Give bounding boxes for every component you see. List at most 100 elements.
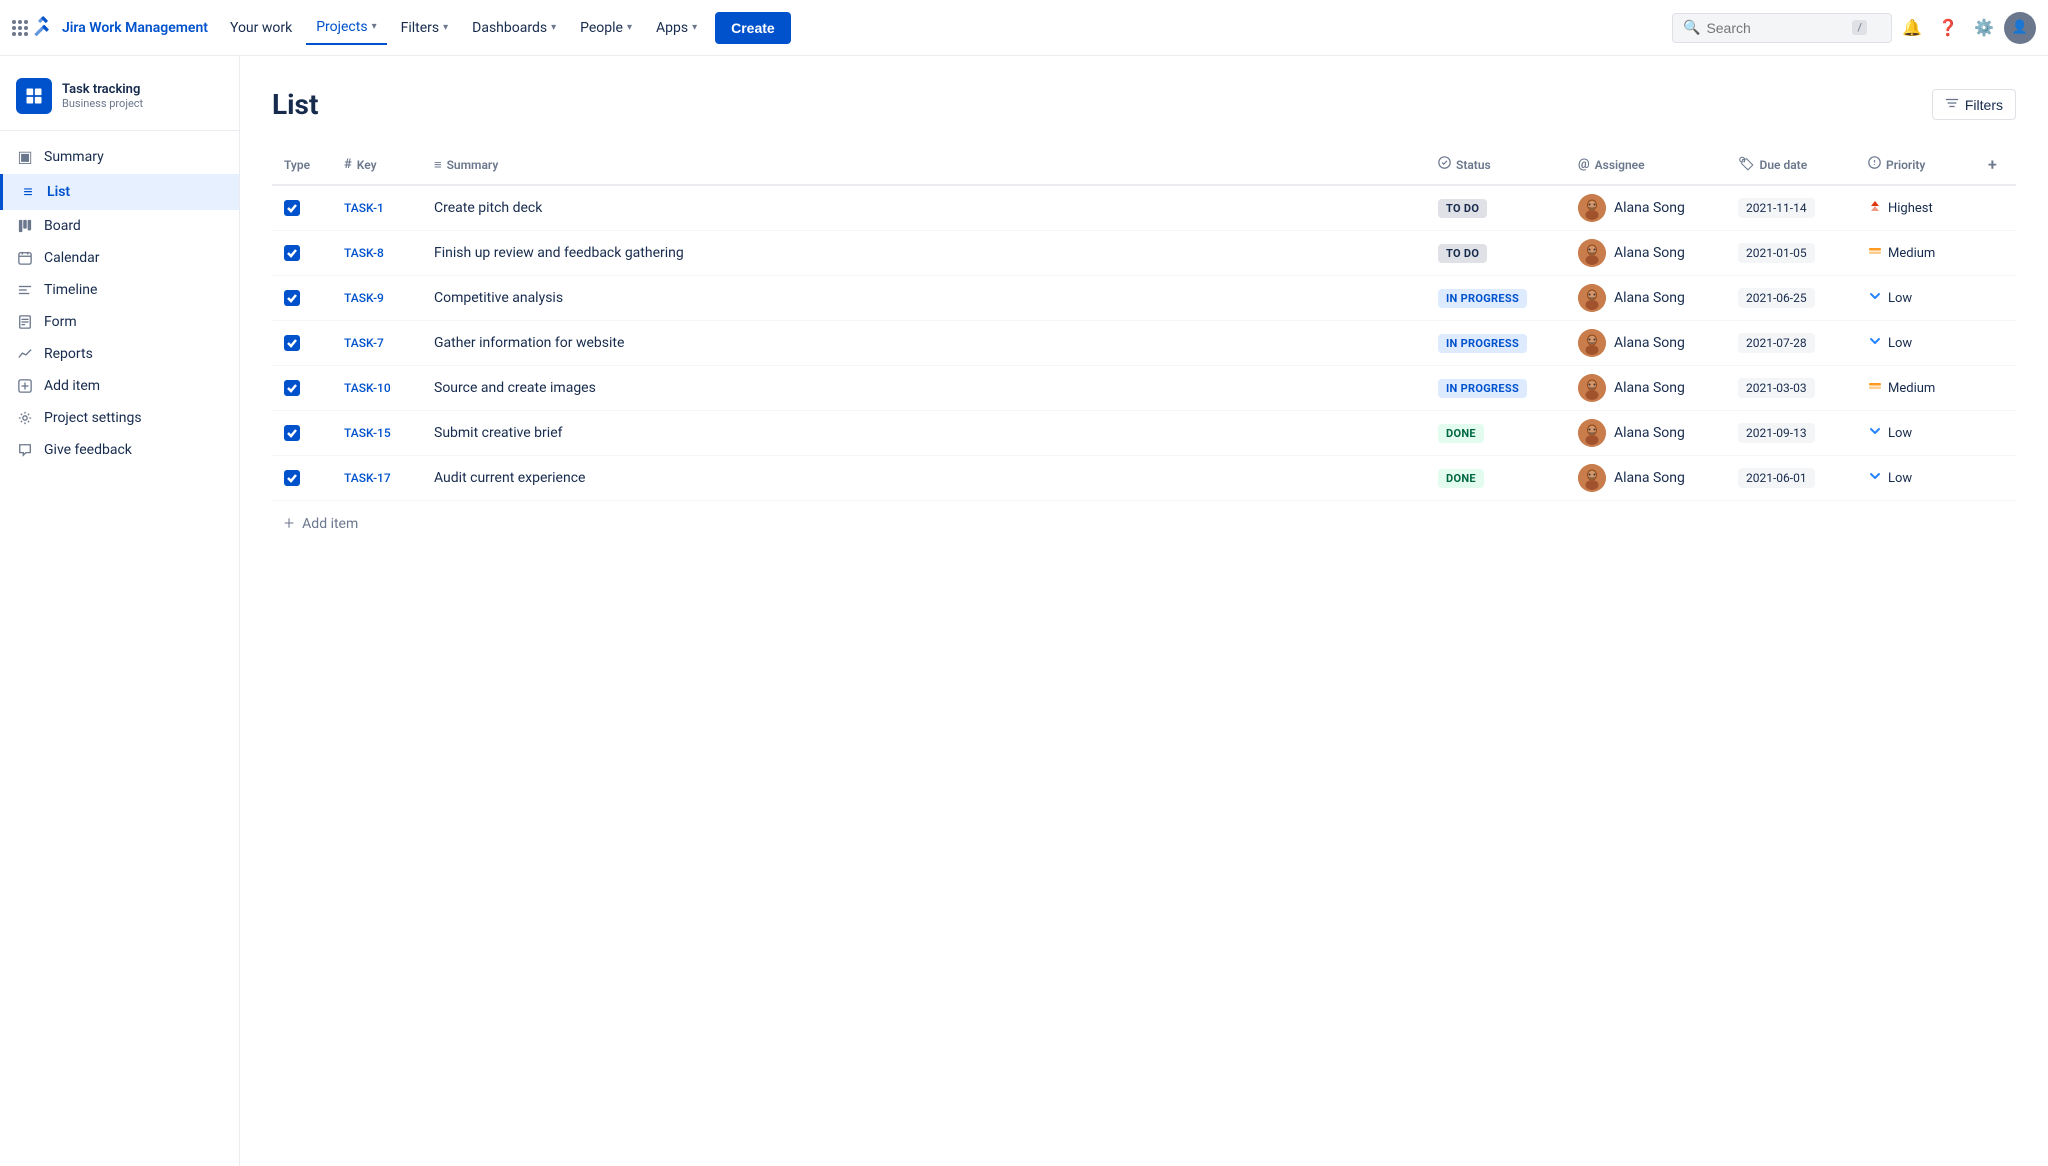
- nav-your-work[interactable]: Your work: [220, 12, 302, 44]
- status-badge[interactable]: IN PROGRESS: [1438, 289, 1527, 308]
- task-summary-cell: Create pitch deck: [422, 185, 1426, 231]
- task-assignee-cell: Alana Song: [1566, 321, 1726, 366]
- table-row[interactable]: TASK-15Submit creative briefDONE Alana S…: [272, 411, 2016, 456]
- task-status-cell[interactable]: TO DO: [1426, 185, 1566, 231]
- task-checkbox[interactable]: [284, 335, 300, 351]
- task-extra-cell: [1976, 231, 2016, 276]
- col-header-duedate: 🏷 Due date: [1726, 145, 1856, 185]
- task-key-cell[interactable]: TASK-7: [332, 321, 422, 366]
- sidebar-item-project-settings[interactable]: Project settings: [0, 402, 239, 434]
- summary-icon: ▣: [16, 147, 34, 166]
- filters-label: Filters: [1965, 97, 2003, 113]
- user-avatar[interactable]: 👤: [2004, 12, 2036, 44]
- status-badge[interactable]: DONE: [1438, 424, 1484, 443]
- status-badge[interactable]: IN PROGRESS: [1438, 379, 1527, 398]
- task-table: Type # Key ≡ Summary: [272, 145, 2016, 501]
- task-checkbox[interactable]: [284, 200, 300, 216]
- task-key[interactable]: TASK-7: [344, 336, 384, 350]
- key-col-icon: #: [344, 157, 352, 172]
- task-key-cell[interactable]: TASK-17: [332, 456, 422, 501]
- task-checkbox-cell[interactable]: [272, 456, 332, 501]
- add-item-row[interactable]: + Add item: [272, 501, 2016, 546]
- table-row[interactable]: TASK-9Competitive analysisIN PROGRESS Al…: [272, 276, 2016, 321]
- task-status-cell[interactable]: IN PROGRESS: [1426, 321, 1566, 366]
- task-checkbox-cell[interactable]: [272, 231, 332, 276]
- sidebar-item-give-feedback[interactable]: Give feedback: [0, 434, 239, 466]
- sidebar-item-add-item[interactable]: Add item: [0, 370, 239, 402]
- assignee-col-label: Assignee: [1595, 158, 1645, 172]
- table-row[interactable]: TASK-7Gather information for websiteIN P…: [272, 321, 2016, 366]
- add-col-icon[interactable]: +: [1988, 155, 1997, 174]
- status-badge[interactable]: IN PROGRESS: [1438, 334, 1527, 353]
- task-checkbox[interactable]: [284, 380, 300, 396]
- brand-logo[interactable]: Jira Work Management: [32, 14, 208, 42]
- task-checkbox[interactable]: [284, 470, 300, 486]
- col-header-status: Status: [1426, 145, 1566, 185]
- table-row[interactable]: TASK-10Source and create imagesIN PROGRE…: [272, 366, 2016, 411]
- filters-icon: [1945, 96, 1959, 113]
- task-status-cell[interactable]: IN PROGRESS: [1426, 366, 1566, 411]
- task-key[interactable]: TASK-9: [344, 291, 384, 305]
- task-key[interactable]: TASK-10: [344, 381, 391, 395]
- sidebar-item-board[interactable]: Board: [0, 210, 239, 242]
- task-key-cell[interactable]: TASK-1: [332, 185, 422, 231]
- sidebar-item-reports[interactable]: Reports: [0, 338, 239, 370]
- nav-projects[interactable]: Projects ▾: [306, 11, 386, 45]
- priority-label: Low: [1888, 291, 1912, 306]
- task-status-cell[interactable]: TO DO: [1426, 231, 1566, 276]
- settings-button[interactable]: ⚙️: [1968, 12, 2000, 44]
- timeline-icon: [16, 283, 34, 297]
- due-date: 2021-01-05: [1738, 243, 1815, 263]
- assignee-col-icon: @: [1578, 157, 1590, 172]
- status-badge[interactable]: TO DO: [1438, 199, 1487, 218]
- type-col-label: Type: [284, 158, 310, 172]
- notifications-button[interactable]: 🔔: [1896, 12, 1928, 44]
- task-checkbox-cell[interactable]: [272, 366, 332, 411]
- table-row[interactable]: TASK-17Audit current experienceDONE Alan…: [272, 456, 2016, 501]
- task-status-cell[interactable]: IN PROGRESS: [1426, 276, 1566, 321]
- col-header-add[interactable]: +: [1976, 145, 2016, 185]
- task-checkbox-cell[interactable]: [272, 185, 332, 231]
- sidebar-item-label: Project settings: [44, 410, 142, 426]
- sidebar-item-calendar[interactable]: Calendar: [0, 242, 239, 274]
- nav-people[interactable]: People ▾: [570, 12, 642, 44]
- table-row[interactable]: TASK-1Create pitch deckTO DO Alana Song …: [272, 185, 2016, 231]
- task-checkbox-cell[interactable]: [272, 411, 332, 456]
- nav-filters[interactable]: Filters ▾: [391, 12, 459, 44]
- task-key-cell[interactable]: TASK-9: [332, 276, 422, 321]
- sidebar-item-summary[interactable]: ▣ Summary: [0, 139, 239, 174]
- settings-icon: [16, 411, 34, 425]
- priority-cell: Highest: [1868, 199, 1964, 217]
- status-col-icon: [1438, 156, 1451, 173]
- search-input[interactable]: [1706, 20, 1846, 36]
- status-badge[interactable]: TO DO: [1438, 244, 1487, 263]
- task-checkbox[interactable]: [284, 290, 300, 306]
- sidebar-item-form[interactable]: Form: [0, 306, 239, 338]
- task-key[interactable]: TASK-17: [344, 471, 391, 485]
- task-key[interactable]: TASK-15: [344, 426, 391, 440]
- filters-button[interactable]: Filters: [1932, 89, 2016, 120]
- task-key[interactable]: TASK-1: [344, 201, 384, 215]
- priority-label: Medium: [1888, 246, 1935, 261]
- sidebar: Task tracking Business project ▣ Summary…: [0, 56, 240, 1166]
- nav-apps[interactable]: Apps ▾: [646, 12, 707, 44]
- nav-dashboards[interactable]: Dashboards ▾: [462, 12, 566, 44]
- sidebar-item-list[interactable]: ≡ List: [0, 174, 239, 210]
- help-button[interactable]: ❓: [1932, 12, 1964, 44]
- task-status-cell[interactable]: DONE: [1426, 456, 1566, 501]
- task-checkbox-cell[interactable]: [272, 276, 332, 321]
- task-key-cell[interactable]: TASK-8: [332, 231, 422, 276]
- status-badge[interactable]: DONE: [1438, 469, 1484, 488]
- task-checkbox[interactable]: [284, 245, 300, 261]
- app-switcher-icon[interactable]: [12, 20, 28, 36]
- table-row[interactable]: TASK-8Finish up review and feedback gath…: [272, 231, 2016, 276]
- task-checkbox-cell[interactable]: [272, 321, 332, 366]
- search-bar[interactable]: 🔍 /: [1672, 13, 1892, 43]
- task-key-cell[interactable]: TASK-10: [332, 366, 422, 411]
- create-button[interactable]: Create: [715, 12, 791, 44]
- sidebar-item-timeline[interactable]: Timeline: [0, 274, 239, 306]
- task-checkbox[interactable]: [284, 425, 300, 441]
- task-key[interactable]: TASK-8: [344, 246, 384, 260]
- task-key-cell[interactable]: TASK-15: [332, 411, 422, 456]
- task-status-cell[interactable]: DONE: [1426, 411, 1566, 456]
